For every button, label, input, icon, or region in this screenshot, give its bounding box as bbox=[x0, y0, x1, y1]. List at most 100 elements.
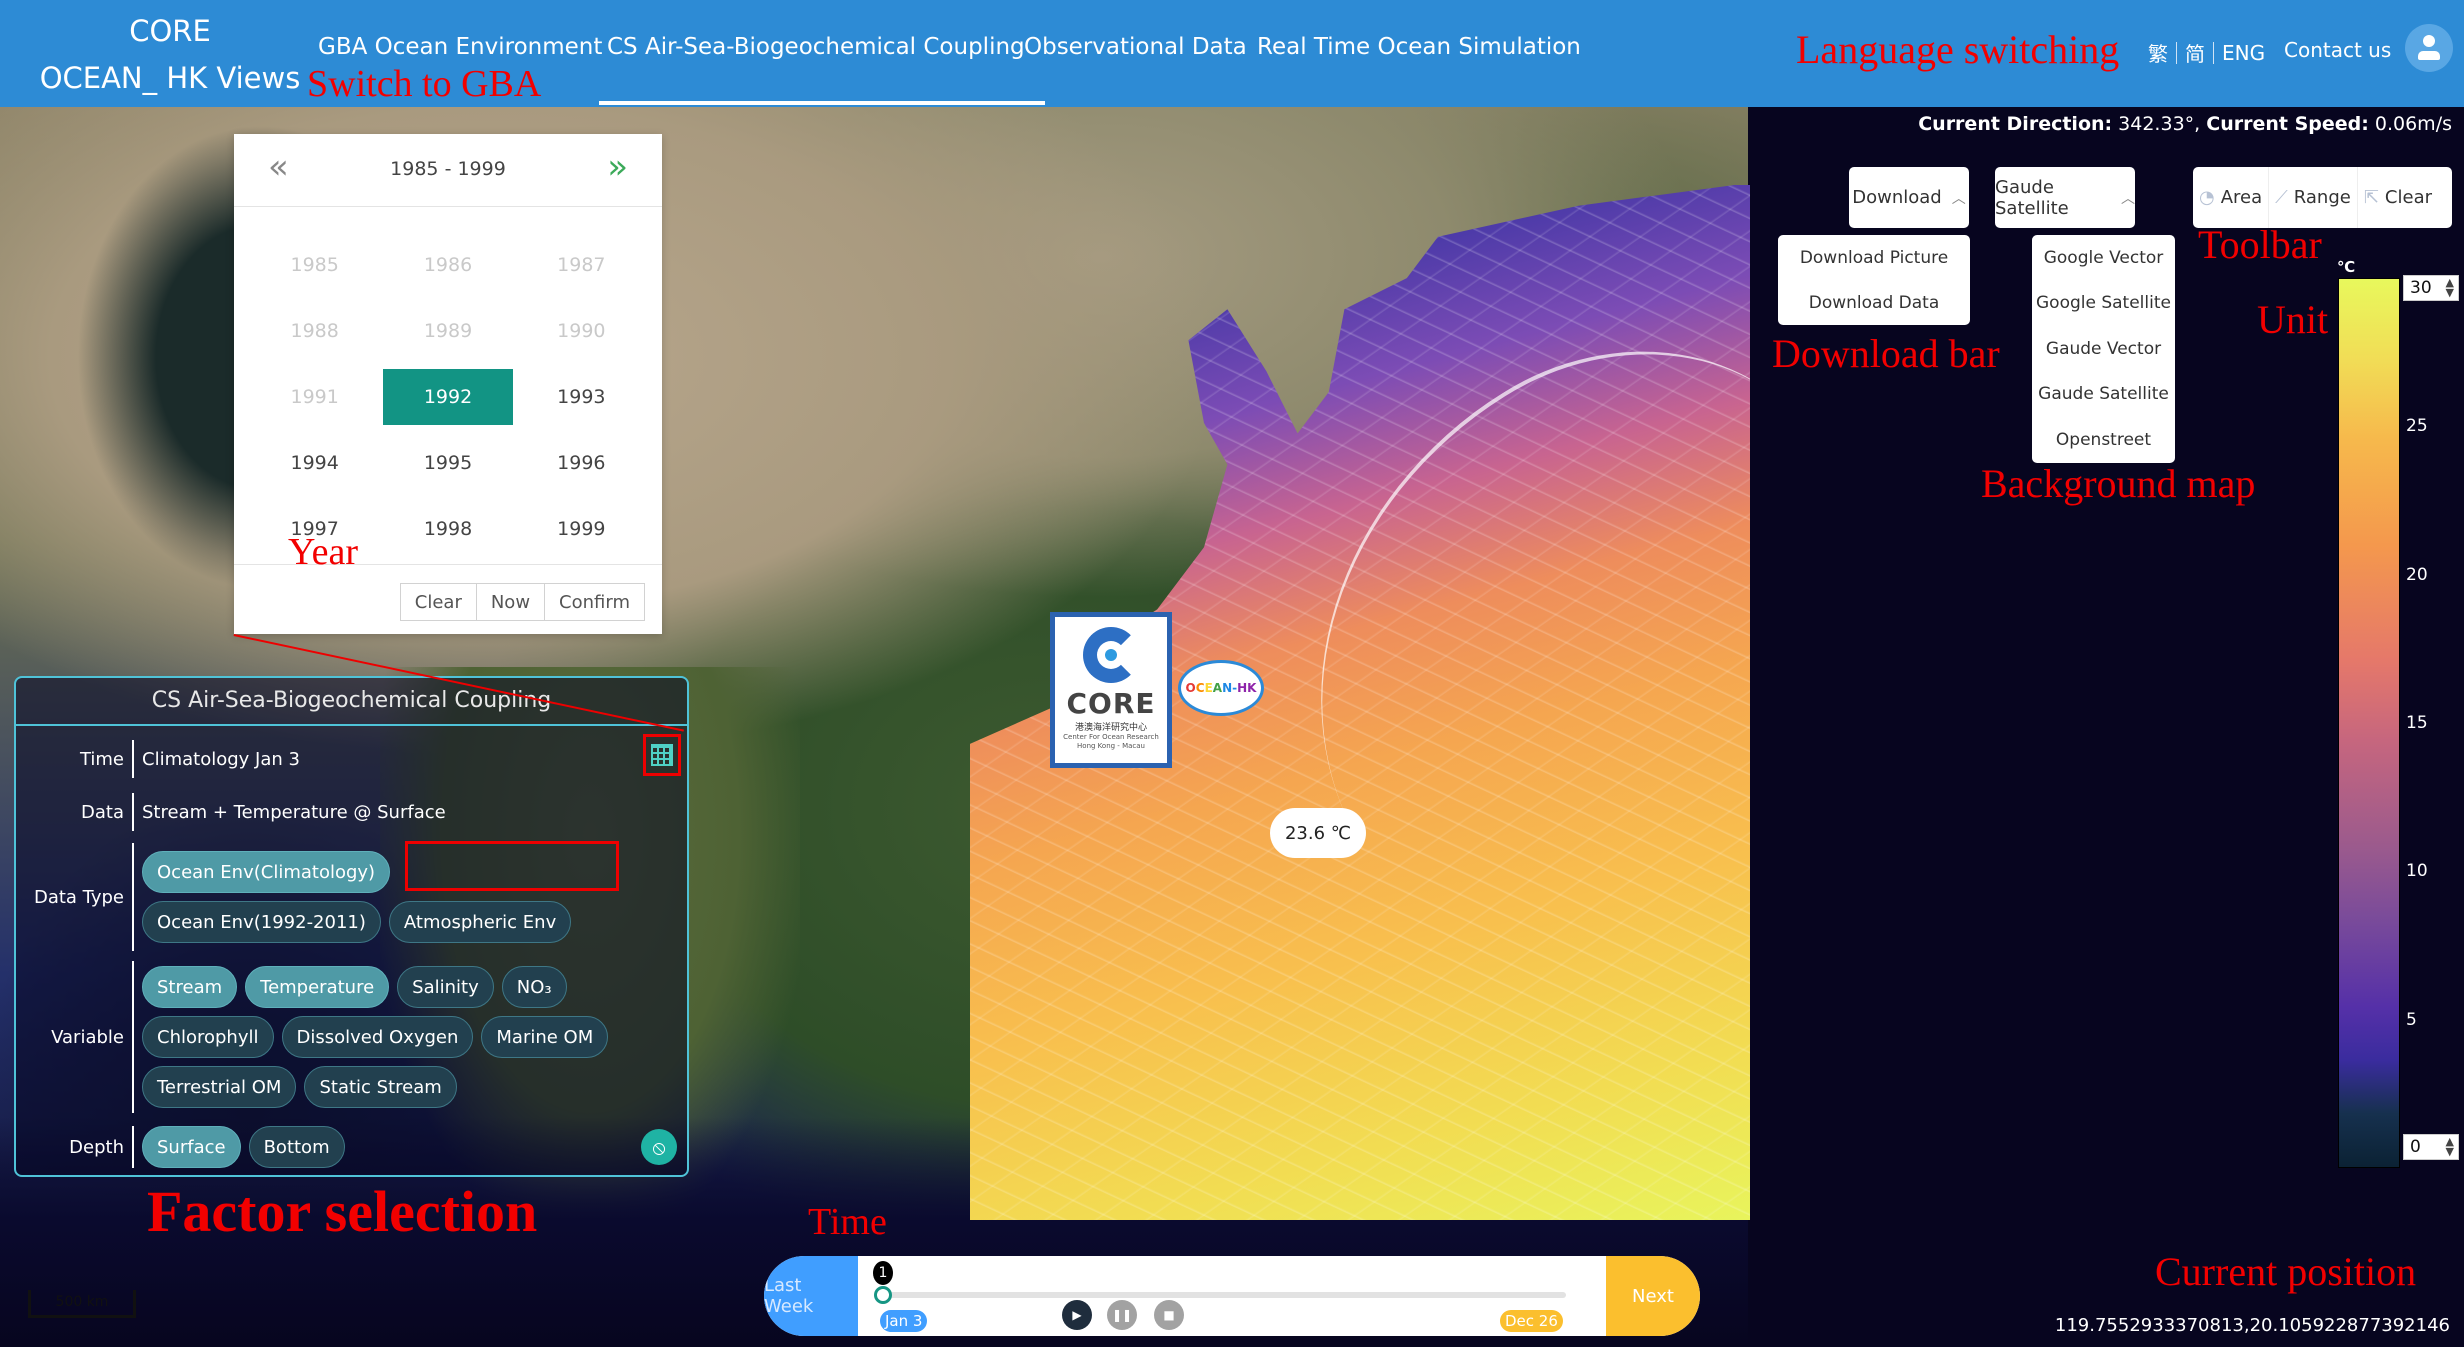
year-cell[interactable]: 1998 bbox=[381, 501, 514, 557]
year-clear-button[interactable]: Clear bbox=[399, 583, 477, 621]
basemap-menu: Google Vector Google Satellite Gaude Vec… bbox=[2032, 235, 2175, 463]
year-range-label: 1985 - 1999 bbox=[390, 158, 506, 180]
year-cell[interactable]: 1996 bbox=[515, 435, 648, 491]
core-c-icon bbox=[1083, 627, 1139, 683]
basemap-option[interactable]: Google Vector bbox=[2032, 235, 2175, 281]
area-tool-button[interactable]: ◔ Area bbox=[2193, 167, 2270, 228]
depth-label: Depth bbox=[69, 1136, 124, 1158]
clear-tool-button[interactable]: ⇱ Clear bbox=[2358, 167, 2438, 228]
brand-line-2: OCEAN_ HK Views bbox=[39, 61, 301, 95]
pause-button[interactable]: ❚❚ bbox=[1107, 1300, 1137, 1330]
last-week-button[interactable]: Last Week bbox=[764, 1256, 858, 1336]
colorbar-tick-label: 5 bbox=[2406, 1009, 2417, 1030]
data-type-label: Data Type bbox=[33, 886, 124, 908]
double-chevron-right-icon[interactable]: » bbox=[607, 150, 628, 184]
logo-letter: O bbox=[1185, 681, 1196, 695]
eye-off-icon: ⦸ bbox=[652, 1135, 666, 1159]
colorbar-tick-label: 20 bbox=[2406, 564, 2428, 585]
nav-real-time-simulation[interactable]: Real Time Ocean Simulation bbox=[1257, 34, 1581, 60]
year-cell-selected[interactable]: 1992 bbox=[383, 369, 513, 425]
row-divider bbox=[132, 740, 134, 778]
current-speed-value: 0.06m/s bbox=[2374, 113, 2452, 135]
next-button[interactable]: Next bbox=[1606, 1256, 1700, 1336]
variable-chip[interactable]: NO₃ bbox=[501, 966, 567, 1008]
year-picker-header: « 1985 - 1999 » bbox=[234, 134, 662, 207]
nav-cs-air-sea-coupling[interactable]: CS Air-Sea-Biogeochemical Coupling bbox=[599, 34, 1045, 105]
spinner-arrows-icon[interactable]: ▲ ▼ bbox=[2446, 277, 2454, 298]
lang-english[interactable]: ENG bbox=[2222, 41, 2265, 65]
chevron-up-icon: ︿ bbox=[2121, 190, 2135, 207]
colorbar-tick-label: 15 bbox=[2406, 713, 2428, 733]
nav-observational-data[interactable]: Observational Data bbox=[1024, 34, 1247, 60]
temperature-colorbar bbox=[2338, 278, 2400, 1168]
colorbar-max-input[interactable]: 30 ▲ ▼ bbox=[2403, 275, 2459, 301]
row-divider bbox=[132, 961, 134, 1113]
panel-title: CS Air-Sea-Biogeochemical Coupling bbox=[16, 678, 687, 726]
depth-chip[interactable]: Bottom bbox=[248, 1126, 345, 1168]
basemap-option[interactable]: Openstreet bbox=[2032, 417, 2175, 463]
clear-export-icon: ⇱ bbox=[2363, 187, 2379, 208]
core-logo-english: Center For Ocean Research bbox=[1063, 733, 1159, 741]
year-cell[interactable]: 1994 bbox=[248, 435, 381, 491]
calendar-button[interactable] bbox=[643, 734, 681, 776]
play-button[interactable]: ▶ bbox=[1062, 1300, 1092, 1330]
toggle-visibility-button[interactable]: ⦸ bbox=[641, 1129, 677, 1165]
variable-chip[interactable]: Salinity bbox=[397, 966, 494, 1008]
logo-letter: E bbox=[1204, 681, 1213, 695]
year-cell: 1986 bbox=[423, 254, 473, 276]
variable-chip[interactable]: Static Stream bbox=[304, 1066, 457, 1108]
year-cell[interactable]: 1997 bbox=[248, 501, 381, 557]
data-type-chip[interactable]: Ocean Env(1992-2011) bbox=[142, 901, 381, 943]
basemap-option[interactable]: Gaude Satellite bbox=[2032, 372, 2175, 418]
year-cell[interactable]: 1999 bbox=[515, 501, 648, 557]
variable-chip[interactable]: Temperature bbox=[245, 966, 390, 1008]
year-grid: 1985 1986 1987 1988 1989 1990 1991 1992 1993 1994… bbox=[234, 207, 662, 557]
logo-letter: N bbox=[1222, 681, 1233, 695]
download-dropdown[interactable]: Download ︿ bbox=[1849, 167, 1969, 228]
ruler-icon: ⟋ bbox=[2275, 187, 2288, 208]
data-type-chip[interactable]: Ocean Env(Climatology) bbox=[142, 851, 391, 893]
map-scale-bar: 500 km bbox=[28, 1290, 136, 1318]
range-tool-button[interactable]: ⟋ Range bbox=[2269, 167, 2358, 228]
year-cell: 1990 bbox=[557, 320, 606, 342]
basemap-selected: Gaude Satellite bbox=[1995, 176, 2069, 219]
basemap-option[interactable]: Google Satellite bbox=[2032, 281, 2175, 327]
basemap-dropdown[interactable]: Gaude Satellite ︿ bbox=[1995, 167, 2135, 228]
basemap-option[interactable]: Gaude Vector bbox=[2032, 326, 2175, 372]
year-confirm-button[interactable]: Confirm bbox=[544, 583, 645, 621]
download-data-option[interactable]: Download Data bbox=[1778, 280, 1970, 325]
year-picker-footer: Clear Now Confirm bbox=[234, 564, 662, 634]
depth-chip[interactable]: Surface bbox=[142, 1126, 241, 1168]
current-direction-value: 342.33°, bbox=[2118, 113, 2201, 135]
core-logo: CORE 港澳海洋研究中心 Center For Ocean Research … bbox=[1050, 612, 1172, 768]
download-picture-option[interactable]: Download Picture bbox=[1778, 235, 1970, 280]
logo-letter: H bbox=[1237, 681, 1248, 695]
year-now-button[interactable]: Now bbox=[475, 583, 546, 621]
variable-chip[interactable]: Chlorophyll bbox=[142, 1016, 274, 1058]
nav-gba-ocean-environment[interactable]: GBA Ocean Environment bbox=[318, 34, 602, 60]
year-cell[interactable]: 1993 bbox=[515, 369, 648, 425]
data-row: Data Stream + Temperature @ Surface bbox=[16, 793, 687, 831]
lang-traditional[interactable]: 繁 bbox=[2148, 38, 2168, 67]
data-label: Data bbox=[81, 801, 124, 823]
colorbar-tick-label: 25 bbox=[2406, 416, 2428, 437]
lang-simplified[interactable]: 简 bbox=[2185, 38, 2205, 67]
measure-toolbar: ◔ Area ⟋ Range ⇱ Clear bbox=[2193, 167, 2452, 228]
variable-chip[interactable]: Terrestrial OM bbox=[142, 1066, 297, 1108]
current-direction-label: Current Direction: bbox=[1918, 113, 2113, 135]
timeline-handle[interactable] bbox=[874, 1286, 892, 1304]
data-type-chip[interactable]: Atmospheric Env bbox=[388, 901, 572, 943]
stop-button[interactable]: ■ bbox=[1154, 1300, 1184, 1330]
timeline-track[interactable] bbox=[882, 1292, 1566, 1298]
colorbar-tick-label: 10 bbox=[2406, 861, 2428, 882]
spinner-arrows-icon[interactable]: ▲ ▼ bbox=[2446, 1136, 2454, 1157]
current-speed-label: Current Speed: bbox=[2206, 113, 2369, 135]
user-avatar-button[interactable] bbox=[2405, 24, 2453, 72]
variable-chip[interactable]: Marine OM bbox=[481, 1016, 609, 1058]
variable-chip[interactable]: Stream bbox=[142, 966, 238, 1008]
brand-logo[interactable]: CORE OCEAN_ HK Views bbox=[30, 8, 310, 102]
colorbar-min-input[interactable]: 0 ▲ ▼ bbox=[2403, 1134, 2459, 1160]
year-cell[interactable]: 1995 bbox=[381, 435, 514, 491]
contact-us-link[interactable]: Contact us bbox=[2284, 38, 2391, 62]
variable-chip[interactable]: Dissolved Oxygen bbox=[281, 1016, 474, 1058]
